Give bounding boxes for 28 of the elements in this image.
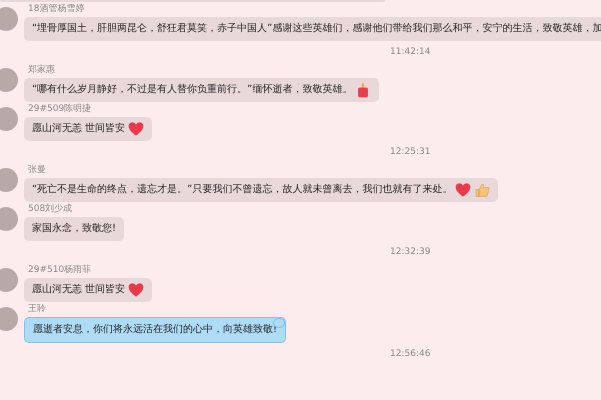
thumbs-up-icon bbox=[474, 182, 490, 198]
timestamp: 12:25:31 bbox=[390, 147, 430, 157]
timestamp: 12:32:39 bbox=[390, 247, 430, 257]
message-bubble: “哪有什么岁月静好，不过是有人替你负重前行。”缅怀逝者，致敬英雄。 bbox=[24, 78, 380, 102]
avatar[interactable] bbox=[0, 268, 18, 292]
avatar[interactable] bbox=[0, 207, 18, 231]
sender-name: 29#510杨雨菲 bbox=[27, 265, 92, 276]
message-bubble: 家国永念，致敬您! bbox=[24, 217, 124, 241]
heart-icon bbox=[128, 121, 144, 137]
sender-name: 王聆 bbox=[27, 304, 46, 315]
message-bubble: 愿山河无恙 世间皆安 bbox=[24, 278, 152, 302]
heart-icon bbox=[455, 182, 472, 198]
avatar[interactable] bbox=[0, 168, 18, 192]
timestamp: 12:56:46 bbox=[390, 349, 430, 359]
message-bubble: “死亡不是生命的终点，遗忘才是。”只要我们不曾遗忘，故人就未曾离去，我们也就有了来处。 bbox=[24, 178, 498, 202]
avatar[interactable] bbox=[0, 68, 18, 92]
avatar[interactable] bbox=[0, 7, 18, 31]
message-bubble: 愿山河无恙 世间皆安 bbox=[24, 117, 152, 141]
avatar[interactable] bbox=[0, 307, 18, 331]
message-bubble: “埋骨厚国土，肝胆两昆仑，舒狂君莫笑，赤子中国人”感谢这些英雄们，感谢他们带给我们那么和平，安宁的生活，致敬英雄，加 bbox=[24, 17, 601, 41]
sender-name: 29#509陈明捷 bbox=[27, 104, 92, 115]
heart-icon bbox=[128, 282, 144, 298]
sender-name: 508刘少成 bbox=[27, 204, 72, 215]
avatar[interactable] bbox=[0, 107, 18, 131]
timestamp: 11:42:14 bbox=[390, 47, 430, 57]
sender-name: 郑家惠 bbox=[27, 65, 55, 76]
sender-name: 18酒管杨雪婷 bbox=[27, 4, 84, 15]
sender-name: 张曼 bbox=[27, 165, 46, 176]
